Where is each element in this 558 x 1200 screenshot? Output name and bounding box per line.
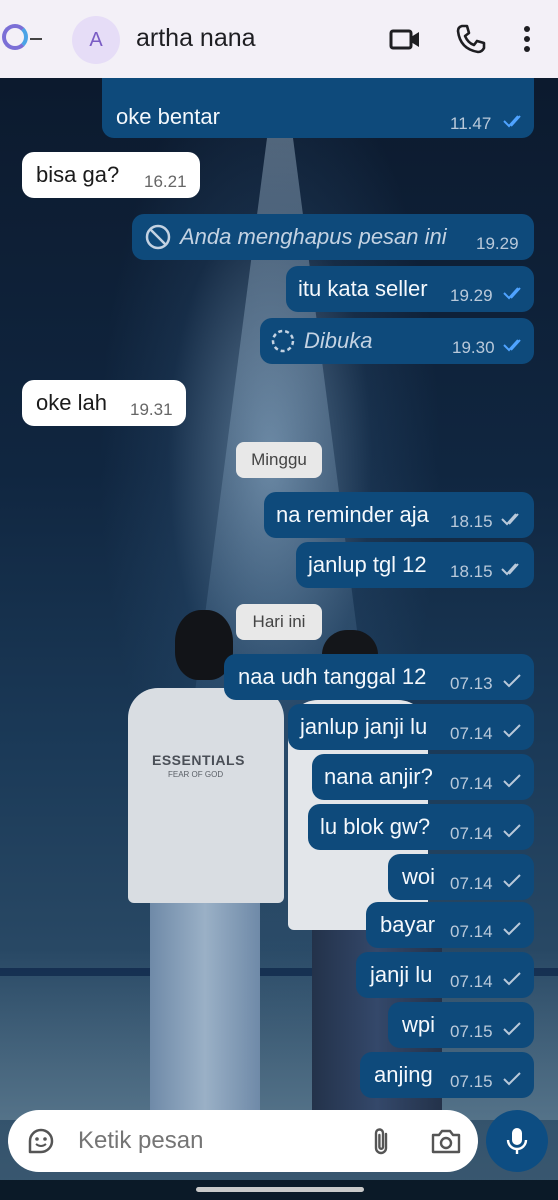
person-left-shirt (128, 688, 284, 903)
message-bubble-outgoing[interactable]: lu blok gw? 07.14 (308, 804, 534, 850)
date-separator: Minggu (236, 442, 322, 478)
message-bubble-outgoing[interactable]: itu kata seller 19.29 (286, 266, 534, 312)
message-time: 11.47 (450, 114, 492, 133)
message-text: oke lah (36, 390, 107, 415)
read-receipt-icon (503, 339, 521, 352)
message-time: 19.30 (452, 338, 495, 357)
blocked-icon (145, 224, 171, 250)
message-bubble-deleted[interactable]: Anda menghapus pesan ini 19.29 (132, 214, 534, 260)
person-left-legs (150, 895, 260, 1115)
message-time: 07.14 (450, 922, 493, 941)
sent-tick-icon (503, 972, 521, 986)
message-time: 18.15 (450, 512, 493, 531)
sent-tick-icon (503, 874, 521, 888)
gesture-handle[interactable] (196, 1187, 364, 1192)
message-time: 16.21 (144, 172, 187, 191)
message-text: Dibuka (304, 328, 373, 353)
message-bubble-incoming[interactable]: bisa ga? 16.21 (22, 152, 200, 198)
message-bubble-outgoing[interactable]: wpi 07.15 (388, 1002, 534, 1048)
message-bubble-view-once[interactable]: Dibuka 19.30 (260, 318, 534, 364)
message-bubble-outgoing[interactable]: na reminder aja 18.15 (264, 492, 534, 538)
message-time: 07.14 (450, 824, 493, 843)
message-text: na reminder aja (276, 502, 429, 527)
message-composer (8, 1110, 478, 1172)
contact-name[interactable]: artha nana (136, 24, 256, 53)
message-text: nana anjir? (324, 764, 433, 789)
sent-tick-icon (503, 724, 521, 738)
message-text: Anda menghapus pesan ini (180, 224, 447, 249)
sent-tick-icon (503, 1022, 521, 1036)
message-time: 18.15 (450, 562, 493, 581)
camera-icon[interactable] (430, 1127, 462, 1155)
message-text: anjing (374, 1062, 433, 1087)
message-text: woi (402, 864, 436, 889)
sent-tick-icon (503, 674, 521, 688)
message-bubble-outgoing[interactable]: woi 07.14 (388, 854, 534, 900)
sent-tick-icon (503, 774, 521, 788)
avatar[interactable]: A (72, 16, 120, 64)
message-bubble-incoming[interactable]: oke lah 19.31 (22, 380, 186, 426)
date-separator: Hari ini (236, 604, 322, 640)
message-bubble-outgoing[interactable]: bayar 07.14 (366, 902, 534, 948)
video-call-icon[interactable] (388, 22, 422, 56)
voice-record-button[interactable] (486, 1110, 548, 1172)
message-text: janji lu (370, 962, 433, 987)
message-time: 19.29 (450, 286, 493, 305)
shirt-logo-subtext: FEAR OF GOD (168, 770, 224, 779)
chat-header: A artha nana (0, 0, 558, 78)
back-app-icon[interactable] (2, 24, 28, 50)
message-time: 07.14 (450, 874, 493, 893)
sent-tick-icon (503, 824, 521, 838)
message-text: wpi (402, 1012, 436, 1037)
message-bubble-outgoing[interactable]: anjing 07.15 (360, 1052, 534, 1098)
message-input[interactable] (78, 1127, 338, 1155)
message-bubble-outgoing[interactable]: janji lu 07.14 (356, 952, 534, 998)
message-time: 19.29 (476, 234, 519, 253)
delivered-receipt-icon (501, 563, 519, 576)
message-time: 07.15 (450, 1072, 493, 1091)
attach-icon[interactable] (368, 1126, 394, 1158)
message-text: janlup tgl 12 (308, 552, 427, 577)
message-text: bayar (380, 912, 436, 937)
delivered-receipt-icon (501, 513, 519, 526)
message-bubble-outgoing[interactable]: janlup janji lu 07.14 (288, 704, 534, 750)
read-receipt-icon (503, 287, 521, 300)
message-text: lu blok gw? (320, 814, 431, 839)
message-time: 07.13 (450, 674, 493, 693)
sticker-icon[interactable] (26, 1126, 56, 1156)
message-bubble-outgoing[interactable]: nana anjir? 07.14 (312, 754, 534, 800)
mic-icon (506, 1128, 528, 1154)
system-nav-bar (0, 1180, 558, 1200)
view-once-icon (271, 329, 295, 353)
message-time: 19.31 (130, 400, 173, 419)
shirt-logo-text: ESSENTIALS (152, 752, 245, 768)
message-time: 07.14 (450, 972, 493, 991)
message-time: 07.15 (450, 1022, 493, 1041)
more-options-icon[interactable] (510, 22, 544, 56)
message-time: 07.14 (450, 724, 493, 743)
message-bubble-outgoing[interactable]: naa udh tanggal 12 07.13 (224, 654, 534, 700)
back-arrow-icon[interactable] (30, 38, 42, 40)
message-text: oke bentar (116, 104, 220, 129)
sent-tick-icon (503, 922, 521, 936)
message-text: bisa ga? (36, 162, 120, 187)
message-text: naa udh tanggal 12 (238, 664, 427, 689)
message-text: itu kata seller (298, 276, 428, 301)
message-bubble-outgoing[interactable]: janlup tgl 12 18.15 (296, 542, 534, 588)
message-time: 07.14 (450, 774, 493, 793)
voice-call-icon[interactable] (454, 22, 488, 56)
message-text: janlup janji lu (300, 714, 428, 739)
sent-tick-icon (503, 1072, 521, 1086)
message-bubble-outgoing[interactable]: oke bentar 11.47 (102, 78, 534, 138)
read-receipt-icon (503, 115, 521, 128)
